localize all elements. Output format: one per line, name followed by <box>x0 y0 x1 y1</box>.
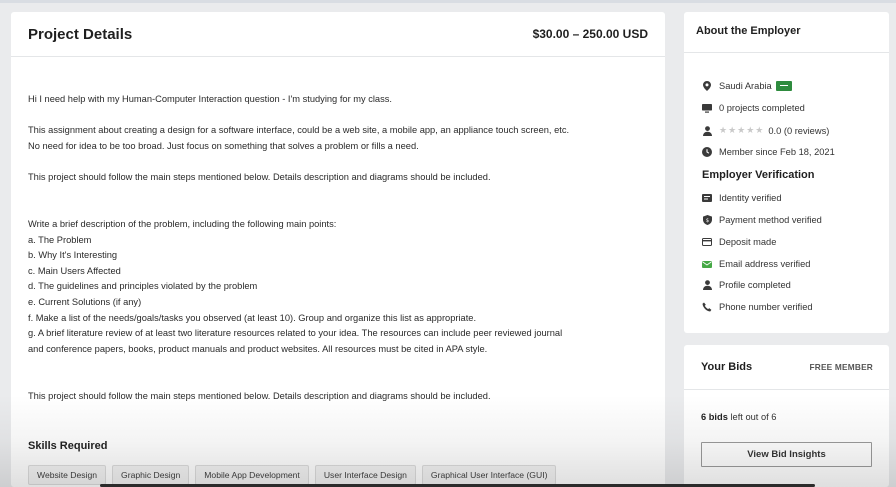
skill-tag[interactable]: Graphical User Interface (GUI) <box>421 465 557 485</box>
verification-label: Profile completed <box>719 280 791 290</box>
skill-tag[interactable]: Mobile App Development <box>195 465 309 485</box>
employer-card: About the Employer Saudi Arabia 0 projec… <box>684 12 889 333</box>
description-line: and conference papers, books, product ma… <box>28 344 488 354</box>
description-line: g. A brief literature review of at least… <box>28 328 563 338</box>
description-line: This assignment about creating a design … <box>28 125 570 135</box>
project-budget: $30.00 – 250.00 USD <box>532 27 648 41</box>
verification-label: Email address verified <box>719 259 811 269</box>
skills-list: Website Design Graphic Design Mobile App… <box>28 465 557 485</box>
credit-card-icon <box>702 237 712 247</box>
bids-card: Your Bids FREE MEMBER 6 bids left out of… <box>684 345 889 487</box>
skill-tag[interactable]: Website Design <box>28 465 107 485</box>
description-line: f. Make a list of the needs/goals/tasks … <box>28 313 477 323</box>
svg-text:$: $ <box>705 218 708 224</box>
employer-rating: ★★★★★ 0.0 (0 reviews) <box>702 125 829 136</box>
description-line: d. The guidelines and principles violate… <box>28 281 258 291</box>
employer-location: Saudi Arabia <box>702 81 792 91</box>
employer-projects: 0 projects completed <box>702 103 805 113</box>
verification-label: Payment method verified <box>719 215 822 225</box>
project-details-card: Project Details $30.00 – 250.00 USD Hi I… <box>11 12 665 487</box>
description-line: Write a brief description of the problem… <box>28 219 337 229</box>
view-bid-insights-button[interactable]: View Bid Insights <box>701 442 872 467</box>
description-line: c. Main Users Affected <box>28 266 121 276</box>
projects-completed: 0 projects completed <box>719 103 805 113</box>
bids-remaining: 6 bids left out of 6 <box>701 412 776 422</box>
clock-icon <box>702 147 712 157</box>
description-line: This project should follow the main step… <box>28 172 491 182</box>
description-line: No need for idea to be too broad. Just f… <box>28 141 419 151</box>
verification-item: $ Payment method verified <box>702 215 822 225</box>
divider <box>684 52 889 53</box>
verification-label: Phone number verified <box>719 302 813 312</box>
flag-icon <box>775 81 792 91</box>
monitor-icon <box>702 103 712 113</box>
description-line: b. Why It's Interesting <box>28 250 118 260</box>
description-line: a. The Problem <box>28 235 92 245</box>
membership-badge: FREE MEMBER <box>809 362 873 372</box>
employer-member-since: Member since Feb 18, 2021 <box>702 147 835 157</box>
bids-left-text: left out of 6 <box>727 412 777 422</box>
location-pin-icon <box>702 81 712 91</box>
member-since: Member since Feb 18, 2021 <box>719 147 835 157</box>
bids-header: Your Bids FREE MEMBER <box>684 345 889 390</box>
envelope-icon <box>702 259 712 269</box>
employer-title: About the Employer <box>696 25 801 37</box>
description-line: This project should follow the main step… <box>28 391 491 401</box>
verification-item: Deposit made <box>702 237 776 247</box>
id-card-icon <box>702 193 712 203</box>
verification-item: Identity verified <box>702 193 782 203</box>
user-icon <box>702 125 712 136</box>
skill-tag[interactable]: Graphic Design <box>112 465 190 485</box>
verification-item: Email address verified <box>702 259 810 269</box>
verification-item: Profile completed <box>702 280 791 290</box>
skill-tag[interactable]: User Interface Design <box>314 465 416 485</box>
user-icon <box>702 280 712 290</box>
skills-title: Skills Required <box>28 440 108 452</box>
verification-title: Employer Verification <box>702 169 815 181</box>
phone-icon <box>702 302 712 312</box>
bids-title: Your Bids <box>701 361 753 373</box>
bids-count: 6 bids <box>701 412 728 422</box>
shield-icon: $ <box>702 215 712 225</box>
rating-value: 0.0 (0 reviews) <box>768 125 830 136</box>
description-line: e. Current Solutions (if any) <box>28 297 142 307</box>
project-header: Project Details $30.00 – 250.00 USD <box>11 12 665 57</box>
verification-label: Identity verified <box>719 193 782 203</box>
top-divider <box>0 0 896 3</box>
verification-label: Deposit made <box>719 237 777 247</box>
verification-item: Phone number verified <box>702 302 813 312</box>
project-title: Project Details <box>28 25 133 43</box>
employer-country: Saudi Arabia <box>719 81 772 91</box>
description-line: Hi I need help with my Human-Computer In… <box>28 94 392 104</box>
rating-stars-icon: ★★★★★ <box>719 125 765 135</box>
